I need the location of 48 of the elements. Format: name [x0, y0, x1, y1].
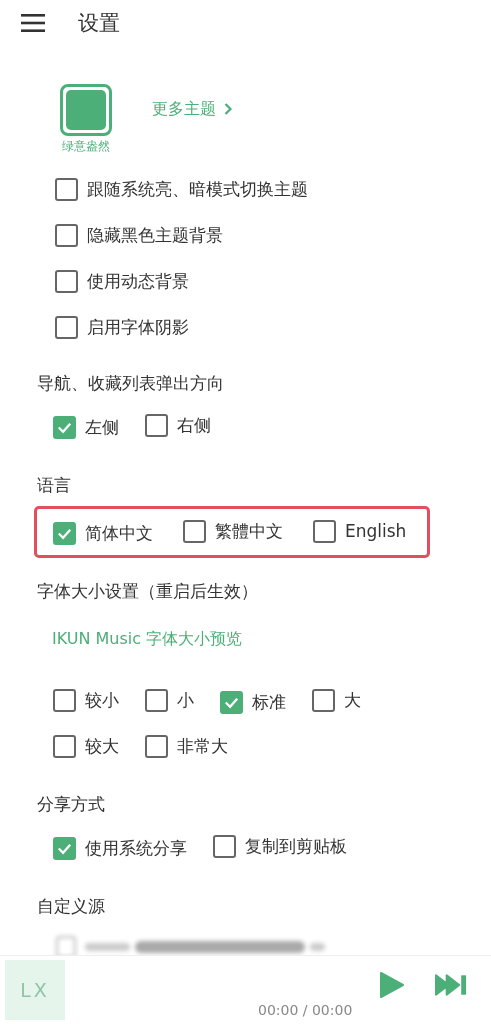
section-title: 导航、收藏列表弹出方向 [37, 372, 225, 395]
checkbox-option[interactable]: 小 [145, 678, 194, 722]
checkbox[interactable] [312, 688, 335, 712]
play-icon[interactable] [379, 971, 406, 999]
checkbox[interactable] [55, 177, 78, 201]
checkbox[interactable] [53, 415, 76, 439]
checkbox[interactable] [55, 315, 78, 339]
checkbox[interactable] [145, 688, 168, 712]
checkbox[interactable] [145, 734, 168, 758]
checkbox[interactable] [53, 836, 76, 860]
checkbox[interactable] [220, 690, 243, 714]
checkbox[interactable] [53, 734, 76, 758]
checkbox-option[interactable]: English [313, 509, 407, 553]
page-title: 设置 [78, 9, 120, 37]
checkbox-option[interactable]: 大 [312, 678, 361, 722]
checkbox[interactable] [145, 413, 168, 437]
checkbox-option[interactable]: 繁體中文 [183, 509, 283, 553]
checkbox[interactable] [55, 223, 78, 247]
checkbox-option[interactable]: 非常大 [145, 724, 228, 768]
next-track-icon[interactable] [435, 973, 469, 997]
checkbox[interactable] [313, 519, 336, 543]
checkbox-option[interactable]: 使用系统分享 [53, 826, 187, 870]
checkbox[interactable] [183, 519, 206, 543]
playback-time: 00:00 / 00:00 [258, 1002, 353, 1018]
section-title: 语言 [37, 474, 72, 497]
checkbox-option[interactable]: 使用动态背景 [55, 258, 465, 304]
checkbox-option[interactable]: 右侧 [145, 403, 211, 447]
checkbox-option[interactable]: 隐藏黑色主题背景 [55, 212, 465, 258]
menu-icon[interactable] [21, 12, 45, 33]
checkbox-option[interactable]: 左侧 [53, 405, 119, 449]
section-title: 分享方式 [37, 793, 106, 816]
chevron-right-icon [224, 103, 232, 115]
checkbox[interactable] [53, 521, 76, 545]
checkbox-option[interactable]: 启用字体阴影 [55, 304, 465, 350]
checkbox[interactable] [213, 834, 236, 858]
checkbox-option[interactable]: 较小 [53, 678, 119, 722]
theme-name: 绿意盎然 [62, 137, 110, 155]
checkbox[interactable] [53, 688, 76, 712]
checkbox-option[interactable]: 简体中文 [53, 511, 153, 555]
checkbox-option[interactable]: 较大 [53, 724, 119, 768]
checkbox-option[interactable]: 跟随系统亮、暗模式切换主题 [55, 166, 465, 212]
checkbox[interactable] [55, 269, 78, 293]
checkbox-option[interactable]: 标准 [220, 680, 286, 724]
section-title: 字体大小设置（重启后生效） [37, 580, 259, 603]
font-preview-text: IKUN Music 字体大小预览 [51, 628, 244, 650]
checkbox-option[interactable]: 复制到剪贴板 [213, 824, 347, 868]
theme-swatch[interactable] [60, 83, 112, 136]
section-title: 自定义源 [37, 895, 106, 918]
